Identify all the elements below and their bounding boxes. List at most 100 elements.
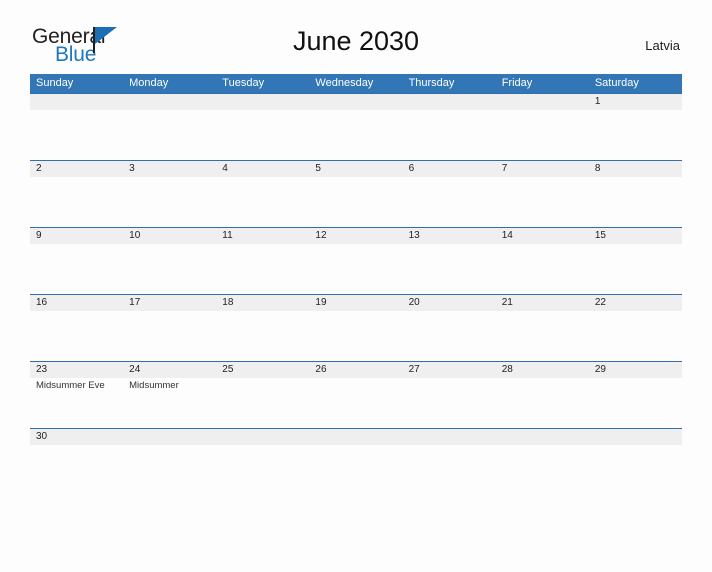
- week-row: 30: [30, 428, 682, 450]
- day-number: 8: [594, 163, 601, 174]
- day-cell[interactable]: 2: [30, 161, 123, 227]
- day-cell[interactable]: 17: [123, 295, 216, 361]
- week-row: 23 Midsummer Eve 24 Midsummer 25 26 27 28 …: [30, 361, 682, 428]
- day-cell[interactable]: 21: [496, 295, 589, 361]
- weekday-header-saturday: Saturday: [594, 77, 639, 89]
- day-cell[interactable]: 23 Midsummer Eve: [30, 362, 123, 428]
- day-number: 3: [129, 163, 135, 174]
- day-number: [409, 94, 490, 110]
- day-cell[interactable]: [589, 429, 682, 450]
- day-number: 25: [222, 364, 234, 375]
- day-cell[interactable]: 12: [309, 228, 402, 294]
- day-number: [315, 94, 396, 110]
- day-number: 15: [594, 230, 606, 241]
- day-number: 2: [36, 163, 42, 174]
- day-number: 9: [36, 230, 42, 241]
- day-cell[interactable]: 25: [216, 362, 309, 428]
- day-cell[interactable]: [403, 94, 496, 160]
- day-cell[interactable]: [496, 429, 589, 450]
- day-number: 1: [594, 96, 601, 107]
- weekday-header-friday: Friday: [501, 77, 533, 89]
- day-number: 13: [408, 230, 420, 241]
- calendar-grid: Sunday Monday Tuesday Wednesday Thursday…: [30, 74, 682, 450]
- day-number: 7: [501, 163, 508, 174]
- day-number: 4: [222, 163, 228, 174]
- day-cell[interactable]: 9: [30, 228, 123, 294]
- day-cell[interactable]: 13: [403, 228, 496, 294]
- day-number: 6: [408, 163, 415, 174]
- weekday-header-row: Sunday Monday Tuesday Wednesday Thursday…: [30, 74, 682, 93]
- day-number: 27: [408, 364, 420, 375]
- day-number: 29: [594, 364, 606, 375]
- day-cell[interactable]: [496, 94, 589, 160]
- day-cell[interactable]: 3: [123, 161, 216, 227]
- day-cell[interactable]: [123, 429, 216, 450]
- day-cell[interactable]: 22: [589, 295, 682, 361]
- week-row: 16 17 18 19 20 21 22: [30, 294, 682, 361]
- day-number: 23: [36, 364, 48, 375]
- day-number: [595, 429, 676, 445]
- day-number: [36, 94, 117, 110]
- day-number: [129, 94, 210, 110]
- day-number: [222, 429, 303, 445]
- day-cell[interactable]: 7: [496, 161, 589, 227]
- day-cell[interactable]: 18: [216, 295, 309, 361]
- day-cell[interactable]: [216, 94, 309, 160]
- day-cell[interactable]: 24 Midsummer: [123, 362, 216, 428]
- day-cell[interactable]: [123, 94, 216, 160]
- day-cell[interactable]: 6: [403, 161, 496, 227]
- page-title: June 2030: [292, 26, 420, 56]
- day-number: [502, 94, 583, 110]
- day-number: 22: [594, 297, 606, 308]
- day-event: Midsummer Eve: [36, 380, 105, 391]
- day-number: [222, 94, 303, 110]
- day-number: 26: [315, 364, 327, 375]
- day-number: 18: [222, 297, 234, 308]
- day-cell[interactable]: 11: [216, 228, 309, 294]
- week-row: 2 3 4 5 6 7 8: [30, 160, 682, 227]
- country-label: Latvia: [645, 38, 680, 53]
- day-number: 24: [129, 364, 141, 375]
- weekday-header-wednesday: Wednesday: [315, 77, 374, 89]
- day-cell[interactable]: 29: [589, 362, 682, 428]
- day-cell[interactable]: 1: [589, 94, 682, 160]
- day-number: 19: [315, 297, 327, 308]
- day-cell[interactable]: 30: [30, 429, 123, 450]
- day-cell[interactable]: 15: [589, 228, 682, 294]
- day-cell[interactable]: 5: [309, 161, 402, 227]
- week-row: 9 10 11 12 13 14 15: [30, 227, 682, 294]
- day-cell[interactable]: [403, 429, 496, 450]
- day-number: 20: [408, 297, 420, 308]
- day-cell[interactable]: 19: [309, 295, 402, 361]
- day-cell[interactable]: [216, 429, 309, 450]
- day-cell[interactable]: 20: [403, 295, 496, 361]
- weekday-header-sunday: Sunday: [36, 77, 74, 89]
- day-number: 14: [501, 230, 513, 241]
- day-number: 12: [315, 230, 327, 241]
- day-cell[interactable]: 26: [309, 362, 402, 428]
- day-cell[interactable]: 4: [216, 161, 309, 227]
- day-number: [129, 429, 210, 445]
- day-number: 11: [222, 230, 233, 241]
- day-cell[interactable]: 10: [123, 228, 216, 294]
- day-number: [409, 429, 490, 445]
- day-number: 30: [36, 431, 48, 442]
- day-number: [315, 429, 396, 445]
- week-row: 1: [30, 93, 682, 160]
- day-event: Midsummer: [129, 380, 179, 391]
- day-cell[interactable]: [309, 94, 402, 160]
- day-cell[interactable]: 14: [496, 228, 589, 294]
- day-number: 5: [315, 163, 321, 174]
- day-cell[interactable]: 8: [589, 161, 682, 227]
- day-number: 10: [129, 230, 141, 241]
- day-cell[interactable]: 28: [496, 362, 589, 428]
- weekday-header-thursday: Thursday: [408, 77, 455, 89]
- calendar-page: General Blue June 2030 Latvia Sunday Mon…: [0, 22, 712, 572]
- day-cell[interactable]: [309, 429, 402, 450]
- day-cell[interactable]: [30, 94, 123, 160]
- day-number: 21: [501, 297, 513, 308]
- day-cell[interactable]: 27: [403, 362, 496, 428]
- day-number: 16: [36, 297, 48, 308]
- day-number: 17: [129, 297, 141, 308]
- day-cell[interactable]: 16: [30, 295, 123, 361]
